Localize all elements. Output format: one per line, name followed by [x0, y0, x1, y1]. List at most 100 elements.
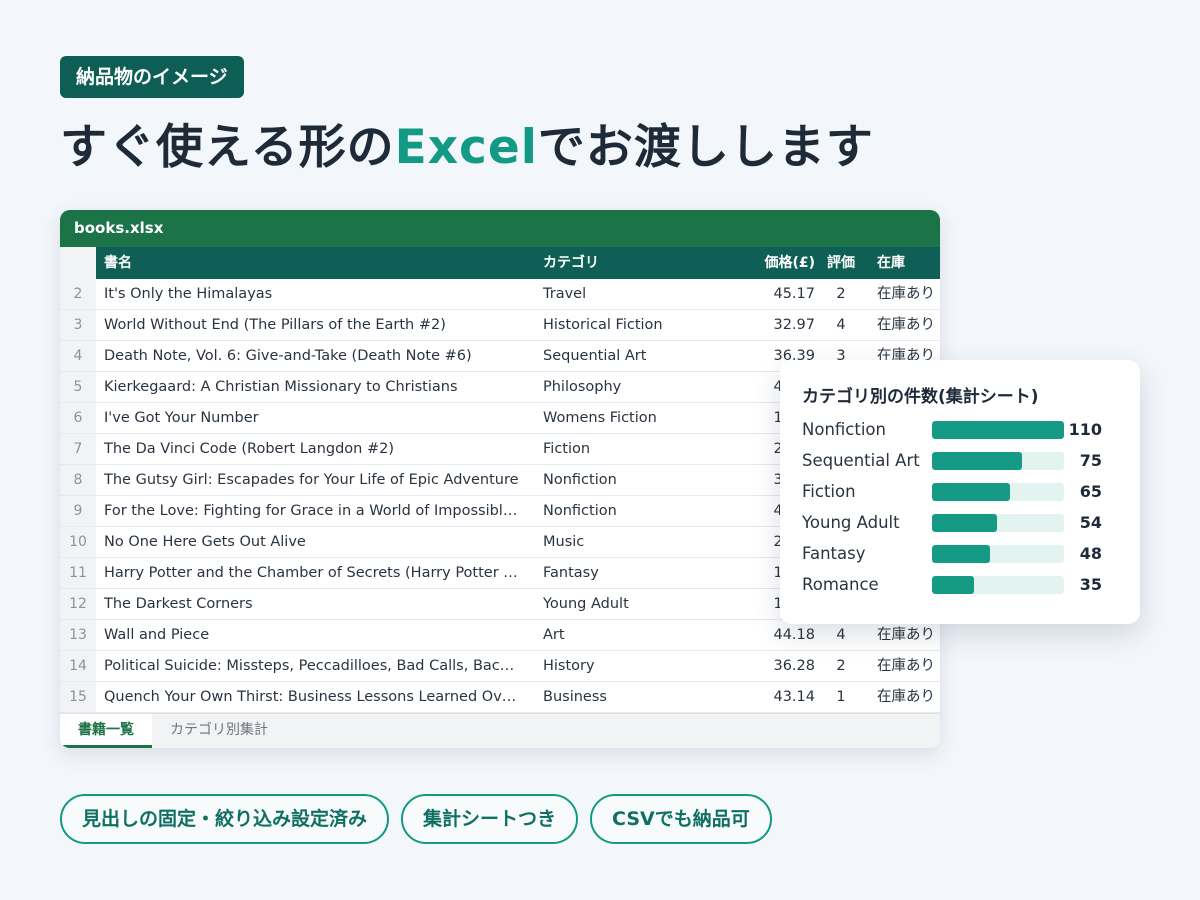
row-number: 5 — [60, 372, 96, 402]
summary-bar-fill — [932, 421, 1064, 439]
cell-category[interactable]: Sequential Art — [535, 341, 715, 371]
feature-pill-csv: CSVでも納品可 — [590, 794, 772, 844]
table-row: 13 Wall and Piece Art 44.18 4 在庫あり — [60, 620, 940, 651]
summary-bar-value: 110 — [1068, 420, 1102, 439]
summary-bar-fill — [932, 514, 997, 532]
cell-price[interactable]: 36.28 — [715, 651, 819, 681]
summary-bar-row: Fiction 65 — [802, 481, 1122, 503]
sheet-tabs: 書籍一覧 カテゴリ別集計 — [60, 713, 940, 748]
summary-bar-row: Fantasy 48 — [802, 543, 1122, 565]
column-header-price[interactable]: 価格(£) — [715, 247, 819, 279]
row-number: 15 — [60, 682, 96, 712]
cell-rating[interactable]: 4 — [819, 310, 863, 340]
cell-title[interactable]: Quench Your Own Thirst: Business Lessons… — [96, 682, 535, 712]
cell-price[interactable]: 32.97 — [715, 310, 819, 340]
row-number: 7 — [60, 434, 96, 464]
feature-pill-frozen-headers: 見出しの固定・絞り込み設定済み — [60, 794, 390, 844]
cell-title[interactable]: Death Note, Vol. 6: Give-and-Take (Death… — [96, 341, 535, 371]
summary-bar-track — [932, 452, 1064, 470]
column-header-rating[interactable]: 評価 — [819, 247, 863, 279]
feature-pill-summary-sheet: 集計シートつき — [401, 794, 579, 844]
cell-rating[interactable]: 4 — [819, 620, 863, 650]
cell-title[interactable]: No One Here Gets Out Alive — [96, 527, 535, 557]
row-number: 3 — [60, 310, 96, 340]
cell-title[interactable]: Kierkegaard: A Christian Missionary to C… — [96, 372, 535, 402]
summary-bar-value: 54 — [1079, 513, 1102, 532]
cell-category[interactable]: Womens Fiction — [535, 403, 715, 433]
summary-bar-row: Nonfiction 110 — [802, 419, 1122, 441]
table-row: 2 It's Only the Himalayas Travel 45.17 2 在庫あり — [60, 279, 940, 310]
cell-title[interactable]: Harry Potter and the Chamber of Secrets … — [96, 558, 535, 588]
cell-category[interactable]: Business — [535, 682, 715, 712]
cell-category[interactable]: Young Adult — [535, 589, 715, 619]
cell-category[interactable]: Fantasy — [535, 558, 715, 588]
cell-price[interactable]: 45.17 — [715, 279, 819, 309]
cell-title[interactable]: The Gutsy Girl: Escapades for Your Life … — [96, 465, 535, 495]
row-number: 4 — [60, 341, 96, 371]
cell-price[interactable]: 43.14 — [715, 682, 819, 712]
row-number: 10 — [60, 527, 96, 557]
column-header-title[interactable]: 書名 — [96, 247, 535, 279]
summary-bar-track — [932, 483, 1064, 501]
summary-bar-value: 48 — [1079, 544, 1102, 563]
summary-bar-label: Nonfiction — [802, 420, 886, 439]
cell-category[interactable]: Philosophy — [535, 372, 715, 402]
summary-bar-label: Sequential Art — [802, 451, 920, 470]
cell-title[interactable]: Political Suicide: Missteps, Peccadilloe… — [96, 651, 535, 681]
cell-category[interactable]: Art — [535, 620, 715, 650]
sheet-tab-books[interactable]: 書籍一覧 — [60, 714, 152, 748]
cell-category[interactable]: Travel — [535, 279, 715, 309]
summary-bar-fill — [932, 576, 974, 594]
sheet-tab-category-summary[interactable]: カテゴリ別集計 — [152, 714, 286, 748]
summary-bar-fill — [932, 452, 1022, 470]
cell-category[interactable]: History — [535, 651, 715, 681]
cell-category[interactable]: Nonfiction — [535, 496, 715, 526]
cell-title[interactable]: The Darkest Corners — [96, 589, 535, 619]
feature-pills: 見出しの固定・絞り込み設定済み 集計シートつき CSVでも納品可 — [60, 794, 772, 844]
cell-category[interactable]: Fiction — [535, 434, 715, 464]
summary-bar-track — [932, 514, 1064, 532]
table-row: 15 Quench Your Own Thirst: Business Lesso… — [60, 682, 940, 713]
cell-title[interactable]: Wall and Piece — [96, 620, 535, 650]
cell-category[interactable]: Nonfiction — [535, 465, 715, 495]
cell-title[interactable]: World Without End (The Pillars of the Ea… — [96, 310, 535, 340]
headline-after: でお渡しします — [537, 120, 874, 175]
row-number: 13 — [60, 620, 96, 650]
cell-rating[interactable]: 2 — [819, 279, 863, 309]
page: 納品物のイメージ すぐ使える形のExcelでお渡しします books.xlsx … — [0, 0, 1200, 900]
cell-rating[interactable]: 2 — [819, 651, 863, 681]
headline-before: すぐ使える形の — [60, 120, 395, 175]
cell-rating[interactable]: 1 — [819, 682, 863, 712]
cell-title[interactable]: The Da Vinci Code (Robert Langdon #2) — [96, 434, 535, 464]
summary-bar-label: Fiction — [802, 482, 856, 501]
cell-title[interactable]: I've Got Your Number — [96, 403, 535, 433]
cell-stock[interactable]: 在庫あり — [863, 279, 940, 309]
cell-stock[interactable]: 在庫あり — [863, 620, 940, 650]
row-number: 6 — [60, 403, 96, 433]
row-number: 8 — [60, 465, 96, 495]
headline: すぐ使える形のExcelでお渡しします — [60, 116, 874, 180]
headline-accent: Excel — [394, 120, 538, 175]
table-row: 14 Political Suicide: Missteps, Peccadill… — [60, 651, 940, 682]
cell-stock[interactable]: 在庫あり — [863, 682, 940, 712]
summary-bar-fill — [932, 545, 990, 563]
spreadsheet-filename: books.xlsx — [60, 210, 940, 247]
row-number: 11 — [60, 558, 96, 588]
cell-title[interactable]: It's Only the Himalayas — [96, 279, 535, 309]
cell-stock[interactable]: 在庫あり — [863, 310, 940, 340]
cell-price[interactable]: 44.18 — [715, 620, 819, 650]
category-summary-card: カテゴリ別の件数(集計シート) Nonfiction 110 Sequential … — [780, 360, 1140, 624]
cell-title[interactable]: For the Love: Fighting for Grace in a Wo… — [96, 496, 535, 526]
column-header-stock[interactable]: 在庫 — [863, 247, 940, 279]
summary-bar-track — [932, 421, 1064, 439]
column-header-category[interactable]: カテゴリ — [535, 247, 715, 279]
summary-bar-label: Fantasy — [802, 544, 866, 563]
summary-bar-fill — [932, 483, 1010, 501]
summary-bar-value: 65 — [1079, 482, 1102, 501]
row-number-corner — [60, 247, 96, 279]
cell-category[interactable]: Historical Fiction — [535, 310, 715, 340]
summary-bar-track — [932, 576, 1064, 594]
table-row: 3 World Without End (The Pillars of the E… — [60, 310, 940, 341]
cell-stock[interactable]: 在庫あり — [863, 651, 940, 681]
cell-category[interactable]: Music — [535, 527, 715, 557]
